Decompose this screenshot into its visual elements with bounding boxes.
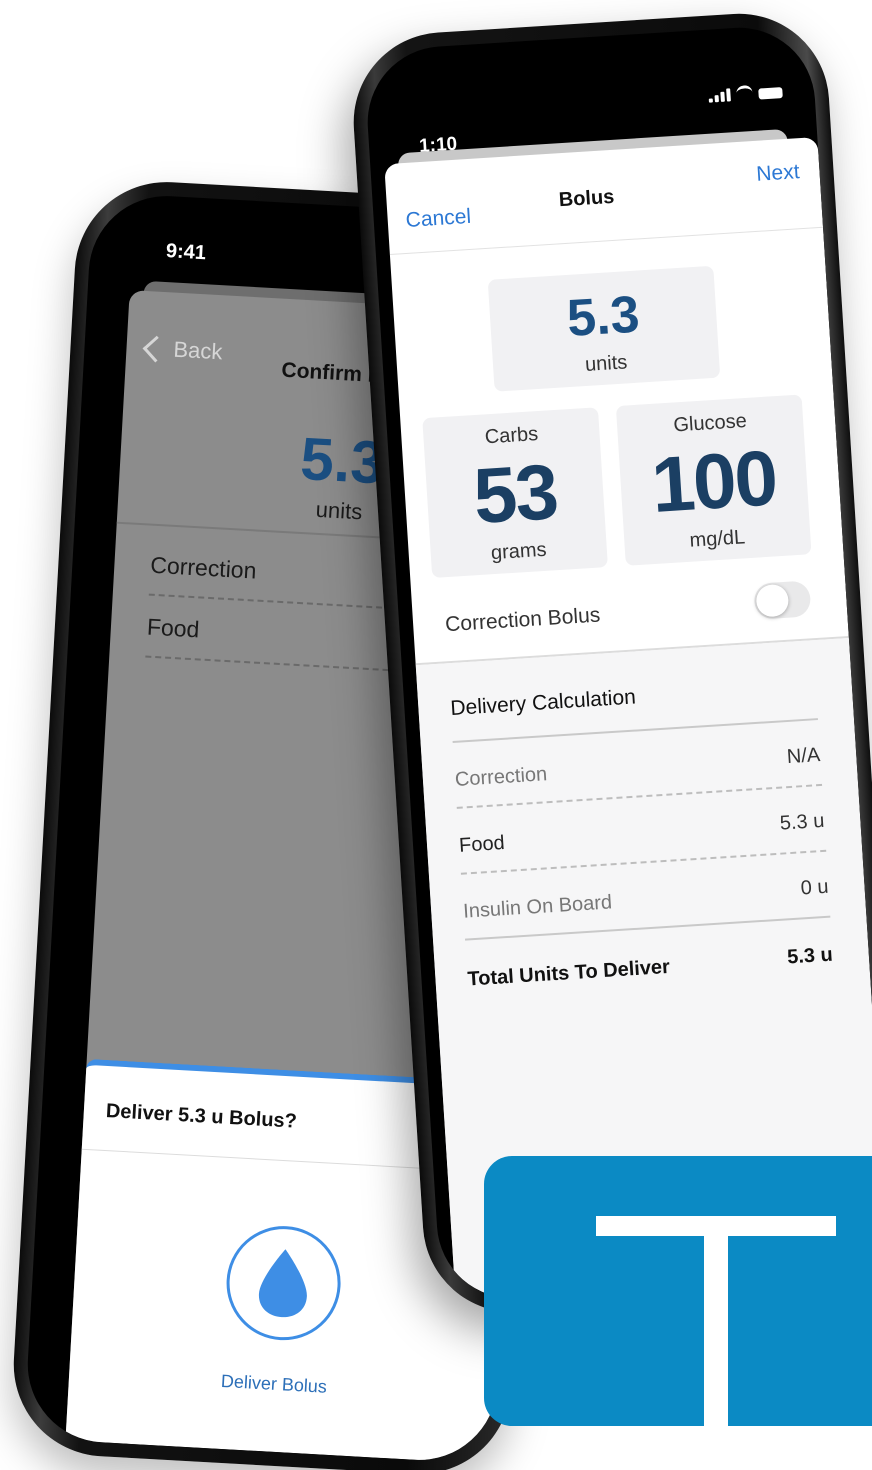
confirm-bolus-units: units [315,496,363,525]
status-icons [708,83,783,103]
calc-row-value: N/A [786,744,821,769]
glucose-value: 100 [649,433,779,529]
deliver-bolus-button[interactable] [223,1223,344,1344]
scene: 9:41 Back Confirm Bolus 5.3 units Correc… [0,0,872,1470]
confirm-row-label: Correction [149,551,258,584]
calc-row-label: Correction [454,763,548,791]
carbs-value: 53 [471,447,560,541]
signal-icon [708,88,731,103]
correction-bolus-toggle[interactable] [753,580,812,620]
front-phone: 1:10 Cancel Bolus Next 5.3 units Carbs 5… [348,8,872,1318]
deliver-bolus-question: Deliver 5.3 u Bolus? [105,1100,298,1133]
bolus-title: Bolus [558,185,615,212]
bolus-amount-value: 5.3 [565,285,642,348]
back-status-time: 9:41 [165,240,207,265]
brand-logo-tile [484,1156,872,1426]
cancel-button[interactable]: Cancel [405,205,472,233]
correction-bolus-label: Correction Bolus [444,603,601,637]
calc-row-label: Food [458,831,506,857]
carbs-tile[interactable]: Carbs 53 grams [422,407,608,578]
chevron-left-icon [142,335,170,363]
bolus-amount-box[interactable]: 5.3 units [487,265,721,392]
calc-row-label: Insulin On Board [462,891,613,923]
confirm-row-label: Food [146,613,201,643]
calc-row-value: 0 u [799,875,830,900]
back-button[interactable]: Back [142,335,224,365]
delivery-calculation-title: Delivery Calculation [449,685,637,721]
front-phone-screen: 1:10 Cancel Bolus Next 5.3 units Carbs 5… [363,23,872,1303]
water-drop-icon [258,1249,307,1318]
toggle-knob [755,583,790,618]
glucose-tile[interactable]: Glucose 100 mg/dL [615,394,812,566]
deliver-bolus-label[interactable]: Deliver Bolus [168,1368,379,1401]
t-logo-icon [596,1216,836,1426]
battery-icon [758,87,783,100]
wifi-icon [735,84,753,101]
total-units-value: 5.3 u [786,943,834,969]
next-button[interactable]: Next [756,160,801,187]
calc-row-value: 5.3 u [779,809,825,835]
back-button-label: Back [172,336,224,365]
total-units-label: Total Units To Deliver [466,955,671,991]
bolus-card: Cancel Bolus Next 5.3 units Carbs 53 gra… [384,136,872,1302]
